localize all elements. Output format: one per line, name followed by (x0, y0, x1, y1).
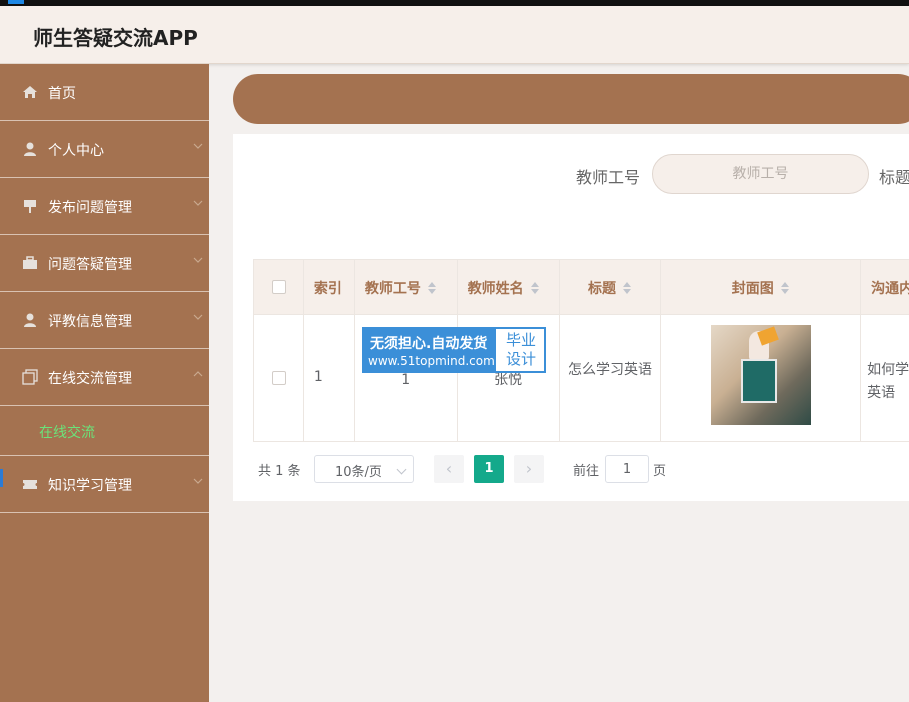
cover-tablet (741, 359, 778, 403)
sidebar-item-label: 发布问题管理 (48, 200, 132, 216)
next-page-button[interactable]: › (514, 455, 544, 483)
app-header: 师生答疑交流APP (0, 6, 909, 64)
user-icon (24, 313, 36, 327)
sidebar-item-label: 个人中心 (48, 143, 104, 159)
watermark-left: 无须担心.自动发货 www.51topmind.com (364, 329, 496, 371)
table-row[interactable]: 1 1 张悦 怎么学习英语 如何学习英语 (254, 315, 909, 442)
copy-icon (22, 369, 38, 385)
page-number-button[interactable]: 1 (474, 455, 504, 483)
user-icon (24, 142, 36, 156)
ticket-icon (23, 480, 37, 489)
sidebar-active-marker (0, 469, 3, 487)
goto-page-input[interactable] (605, 455, 649, 483)
page-size-select[interactable]: 10条/页 (314, 455, 414, 483)
column-header-cover[interactable]: 封面图 (661, 278, 860, 298)
sort-icon[interactable] (427, 281, 437, 295)
watermark-badge: 无须担心.自动发货 www.51topmind.com 毕业设计 (362, 327, 546, 373)
sidebar-item-online-chat[interactable]: 在线交流管理 (0, 349, 209, 406)
sidebar: 首页 个人中心 发布问题管理 问题答疑管理 评教信息管理 在线交流管理 在线交流… (0, 64, 209, 702)
chevron-down-icon (193, 257, 203, 263)
sort-icon[interactable] (622, 281, 632, 295)
teacher-id-label: 教师工号 (576, 168, 641, 187)
content-panel: 教师工号 标题 索引 教师工号 教师姓名 标题 封面图 沟通内容 1 1 张悦 … (233, 134, 909, 501)
chevron-down-icon (193, 314, 203, 320)
column-header-index: 索引 (313, 281, 342, 297)
sidebar-item-home[interactable]: 首页 (0, 64, 209, 121)
title-label: 标题 (879, 168, 909, 187)
cover-image[interactable] (711, 325, 812, 425)
data-table: 索引 教师工号 教师姓名 标题 封面图 沟通内容 1 1 张悦 怎么学习英语 如… (253, 259, 909, 442)
sidebar-subitem-label: 在线交流 (39, 425, 95, 441)
sidebar-item-knowledge[interactable]: 知识学习管理 (0, 456, 209, 513)
page-banner (233, 74, 909, 124)
sidebar-item-label: 在线交流管理 (48, 371, 132, 387)
watermark-right: 毕业设计 (505, 331, 536, 368)
app-title: 师生答疑交流APP (33, 26, 198, 50)
sign-icon (24, 200, 36, 213)
chevron-up-icon (193, 371, 203, 377)
cell-title: 怎么学习英语 (567, 362, 652, 378)
briefcase-icon (23, 256, 37, 269)
sidebar-item-evaluation[interactable]: 评教信息管理 (0, 292, 209, 349)
sidebar-item-label: 问题答疑管理 (48, 257, 132, 273)
sidebar-item-label: 首页 (48, 86, 76, 102)
sort-icon[interactable] (530, 281, 540, 295)
teacher-id-input[interactable] (652, 154, 869, 194)
window-corner-icon (8, 0, 24, 4)
sidebar-item-question-answer[interactable]: 问题答疑管理 (0, 235, 209, 292)
table-header: 索引 教师工号 教师姓名 标题 封面图 沟通内容 (254, 259, 909, 315)
sidebar-item-label: 知识学习管理 (48, 478, 132, 494)
column-header-teacher-id[interactable]: 教师工号 (365, 278, 437, 298)
sidebar-item-label: 评教信息管理 (48, 314, 132, 330)
column-header-title[interactable]: 标题 (560, 278, 661, 298)
sidebar-subitem-online-chat[interactable]: 在线交流 (0, 406, 209, 456)
watermark-line1: 无须担心.自动发货 (370, 336, 488, 352)
column-header-content: 沟通内容 (871, 281, 909, 297)
sidebar-item-personal-center[interactable]: 个人中心 (0, 121, 209, 178)
column-header-teacher-name[interactable]: 教师姓名 (468, 278, 540, 298)
chevron-down-icon (396, 464, 407, 475)
chevron-down-icon (193, 478, 203, 484)
select-all-checkbox[interactable] (272, 280, 286, 294)
goto-label: 前往 (573, 464, 600, 479)
cell-content: 如何学习英语 (867, 362, 909, 401)
row-checkbox[interactable] (272, 371, 286, 385)
cell-index: 1 (313, 369, 323, 385)
home-icon (23, 86, 37, 98)
watermark-line2: www.51topmind.com (368, 354, 495, 368)
sidebar-item-question-publish[interactable]: 发布问题管理 (0, 178, 209, 235)
chevron-down-icon (193, 143, 203, 149)
pagination-total: 共 1 条 (258, 464, 301, 479)
sort-icon[interactable] (780, 281, 790, 295)
cover-flag (757, 326, 780, 346)
prev-page-button[interactable]: ‹ (434, 455, 464, 483)
page-unit-label: 页 (653, 464, 667, 479)
chevron-down-icon (193, 200, 203, 206)
